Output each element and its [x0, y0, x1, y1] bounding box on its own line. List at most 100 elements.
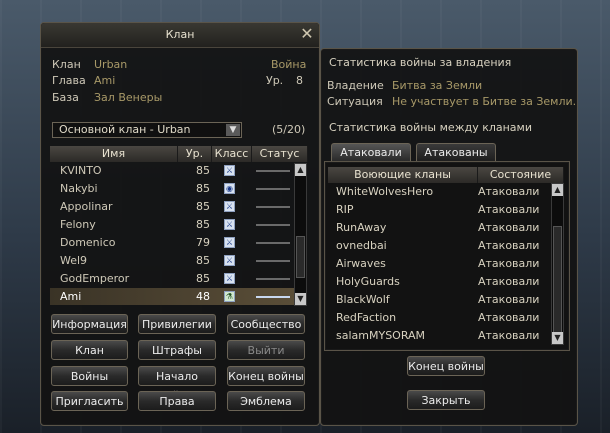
clan-war-row[interactable]: HolyGuards Атаковали — [328, 273, 550, 291]
start-war-button[interactable]: Начало войны — [138, 366, 216, 402]
class-icon: ⚗ — [224, 291, 235, 302]
clan-war-row[interactable]: Airwaves Атаковали — [328, 255, 550, 273]
member-name: GodEmperor — [60, 272, 130, 285]
member-level: 85 — [196, 272, 210, 285]
member-name: Felony — [60, 218, 96, 231]
ownership-label: Владение — [327, 79, 384, 92]
scroll-down-icon[interactable]: ▼ — [295, 293, 306, 305]
clan-war-state: Атаковали — [478, 329, 540, 342]
member-row-selected[interactable]: Ami 48 ⚗ — [50, 288, 294, 305]
member-level: 85 — [196, 182, 210, 195]
status-icon — [256, 242, 290, 244]
status-icon — [256, 206, 290, 208]
clan-war-state: Атаковали — [478, 293, 540, 306]
clan-war-state: Атаковали — [478, 311, 540, 324]
penalties-button[interactable]: Штрафы — [138, 340, 216, 360]
scrollbar-thumb[interactable] — [553, 226, 562, 338]
clan-war-row[interactable]: RIP Атаковали — [328, 201, 550, 219]
clan-war-row[interactable]: RunAway Атаковали — [328, 219, 550, 237]
clan-war-scrollbar[interactable]: ▲ ▼ — [551, 183, 564, 345]
status-icon — [256, 260, 290, 262]
chevron-down-icon[interactable]: ▼ — [226, 124, 240, 136]
base-label: База — [52, 91, 79, 104]
war-label: Война — [271, 58, 307, 71]
level-label: Ур. — [266, 74, 284, 87]
close-icon[interactable]: ✕ — [299, 26, 315, 42]
leave-button[interactable]: Выйти — [227, 340, 305, 360]
tab-attacked-by[interactable]: Атакованы — [416, 143, 496, 161]
subclan-select[interactable]: Основной клан - Urban ▼ — [52, 122, 242, 138]
emblem-button[interactable]: Эмблема — [227, 391, 305, 411]
clan-name-value: Urban — [94, 58, 128, 71]
territory-war-title: Статистика войны за владения — [329, 56, 512, 69]
class-icon: ⚔ — [224, 219, 235, 230]
status-icon — [256, 170, 290, 172]
situation-label: Ситуация — [327, 95, 383, 108]
member-name: Wel9 — [60, 254, 88, 267]
clan-war-name: RunAway — [336, 221, 387, 234]
member-row[interactable]: GodEmperor 85 ⚔ — [50, 270, 294, 287]
col-warring-clans-header[interactable]: Воюющие кланы — [328, 167, 478, 183]
member-name: Nakybi — [60, 182, 98, 195]
col-state-header[interactable]: Состояние — [478, 167, 564, 183]
info-button[interactable]: Информация — [51, 314, 128, 334]
status-icon — [256, 188, 290, 190]
col-name-header[interactable]: Имя — [50, 146, 178, 162]
scroll-up-icon[interactable]: ▲ — [295, 164, 306, 176]
end-war-button-main[interactable]: Конец войны — [227, 366, 305, 386]
col-class-header[interactable]: Класс — [212, 146, 252, 162]
scroll-up-icon[interactable]: ▲ — [552, 184, 563, 196]
member-level: 85 — [196, 218, 210, 231]
clan-war-name: salamMYSORAM — [336, 329, 426, 342]
clan-war-state: Атаковали — [478, 203, 540, 216]
clan-war-state: Атаковали — [478, 185, 540, 198]
col-level-header[interactable]: Ур. — [178, 146, 212, 162]
member-row[interactable]: Appolinar 85 ⚔ — [50, 198, 294, 215]
member-row[interactable]: Nakybi 85 ◉ — [50, 180, 294, 197]
community-button[interactable]: Сообщество — [227, 314, 305, 334]
clan-war-row[interactable]: WhiteWolvesHero Атаковали — [328, 183, 550, 201]
clan-war-state: Атаковали — [478, 257, 540, 270]
member-name: Ami — [60, 290, 82, 303]
member-row[interactable]: KVINTO 85 ⚔ — [50, 162, 294, 179]
member-name: KVINTO — [60, 164, 102, 177]
member-row[interactable]: Felony 85 ⚔ — [50, 216, 294, 233]
members-scrollbar[interactable]: ▲ ▼ — [294, 163, 307, 306]
leader-label: Глава — [52, 74, 86, 87]
scrollbar-thumb[interactable] — [296, 236, 305, 278]
scroll-down-icon[interactable]: ▼ — [552, 332, 563, 344]
end-war-button[interactable]: Конец войны — [407, 356, 485, 376]
status-icon — [256, 224, 290, 226]
close-button[interactable]: Закрыть — [407, 390, 485, 410]
clan-war-name: HolyGuards — [336, 275, 400, 288]
wars-button[interactable]: Войны — [51, 366, 128, 386]
member-level: 48 — [196, 290, 210, 303]
subclan-select-value: Основной клан - Urban — [59, 123, 191, 136]
clan-window-title: Клан — [41, 23, 319, 48]
col-status-header[interactable]: Статус — [252, 146, 308, 162]
clan-war-name: RedFaction — [336, 311, 397, 324]
class-icon: ⚔ — [224, 273, 235, 284]
clan-war-row[interactable]: RedFaction Атаковали — [328, 309, 550, 327]
clan-label: Клан — [52, 58, 81, 71]
clan-war-title: Статистика войны между кланами — [329, 121, 532, 134]
clan-war-name: WhiteWolvesHero — [336, 185, 434, 198]
clan-war-state: Атаковали — [478, 221, 540, 234]
member-row[interactable]: Wel9 85 ⚔ — [50, 252, 294, 269]
status-icon — [256, 278, 290, 280]
clan-war-state: Атаковали — [478, 239, 540, 252]
privileges-button[interactable]: Привилегии — [138, 314, 216, 334]
clan-war-row[interactable]: BlackWolf Атаковали — [328, 291, 550, 309]
rights-button[interactable]: Права — [138, 391, 216, 411]
member-count: (5/20) — [272, 123, 306, 136]
clan-war-row[interactable]: ovnedbai Атаковали — [328, 237, 550, 255]
class-icon: ⚔ — [224, 201, 235, 212]
invite-button[interactable]: Пригласить — [51, 391, 128, 411]
tab-attacked[interactable]: Атаковали — [331, 143, 411, 161]
level-value: 8 — [296, 74, 303, 87]
member-name: Appolinar — [60, 200, 113, 213]
clan-war-row[interactable]: salamMYSORAM Атаковали — [328, 327, 550, 345]
member-row[interactable]: Domenico 79 ⚔ — [50, 234, 294, 251]
ownership-value: Битва за Земли — [392, 79, 483, 92]
clan-button[interactable]: Клан — [51, 340, 128, 360]
